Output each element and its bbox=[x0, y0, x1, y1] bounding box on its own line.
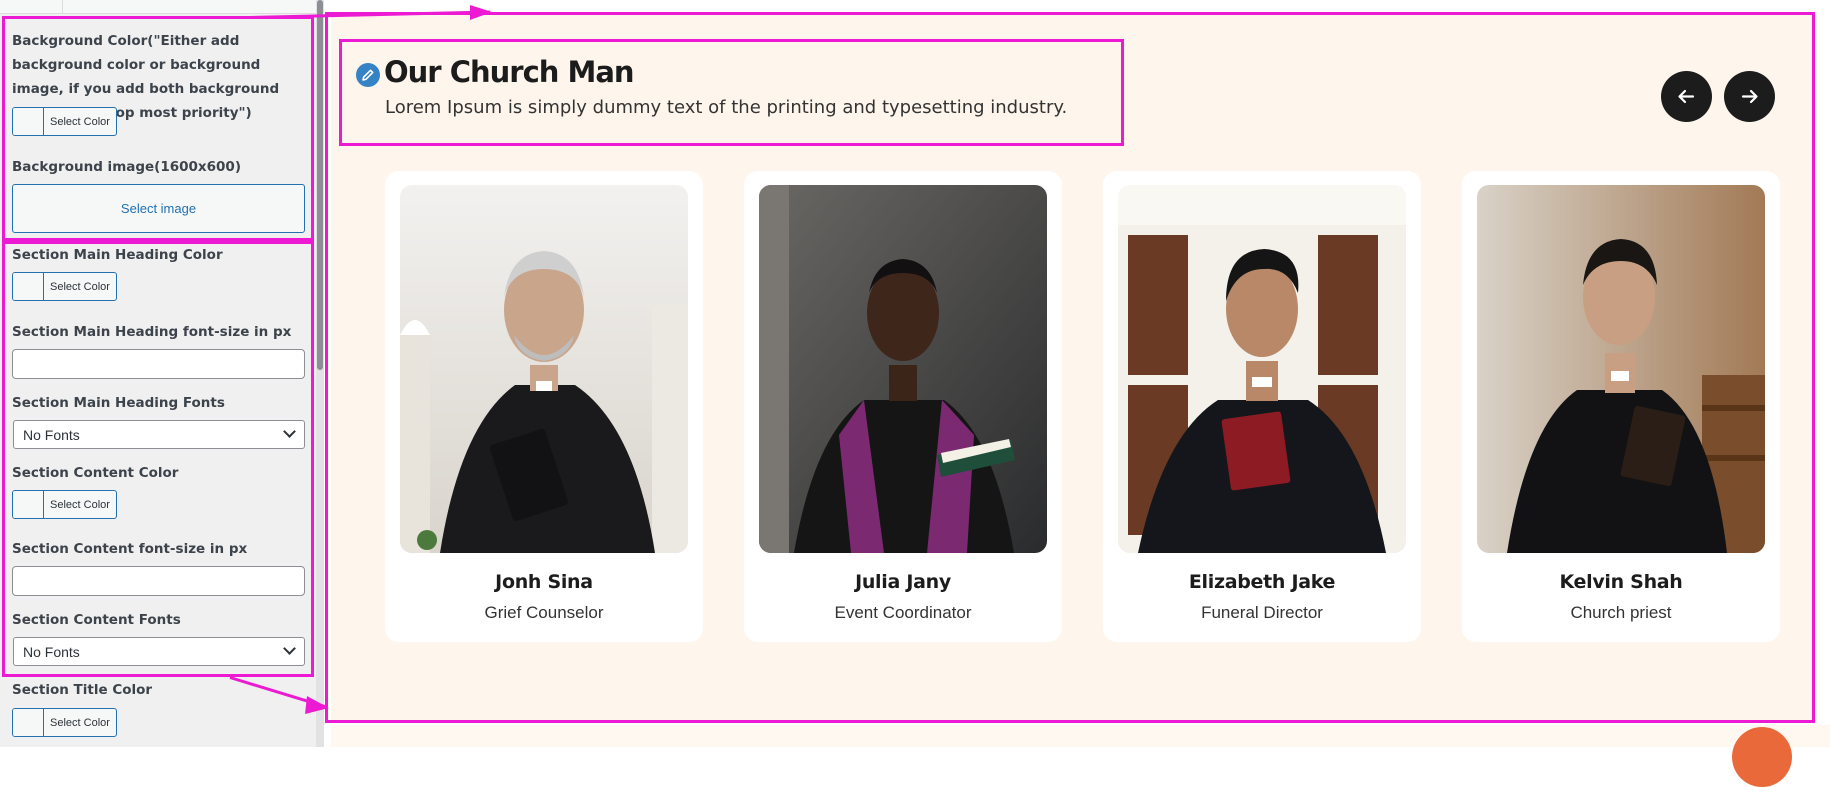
select-color-label: Select Color bbox=[50, 280, 110, 293]
prev-button[interactable] bbox=[1661, 71, 1712, 122]
person-photo bbox=[1118, 185, 1406, 553]
chevron-down-icon bbox=[283, 642, 296, 655]
floating-action-button[interactable] bbox=[1732, 727, 1792, 787]
person-photo bbox=[759, 185, 1047, 553]
scrollbar-thumb[interactable] bbox=[317, 0, 323, 370]
content-fonts-value: No Fonts bbox=[23, 643, 80, 660]
team-card[interactable]: Julia Jany Event Coordinator bbox=[744, 171, 1062, 642]
select-color-label: Select Color bbox=[50, 716, 110, 729]
team-card[interactable]: Kelvin Shah Church priest bbox=[1462, 171, 1780, 642]
settings-panel: Background Color("Either add background … bbox=[0, 0, 324, 747]
heading-fontsize-label: Section Main Heading font-size in px bbox=[12, 324, 292, 340]
team-card[interactable]: Elizabeth Jake Funeral Director bbox=[1103, 171, 1421, 642]
annotation-arrowhead bbox=[305, 696, 329, 714]
pencil-icon[interactable] bbox=[356, 63, 380, 87]
select-color-label: Select Color bbox=[50, 498, 110, 511]
color-swatch bbox=[13, 491, 44, 518]
bg-color-button[interactable]: Select Color bbox=[12, 107, 117, 136]
heading-color-label: Section Main Heading Color bbox=[12, 247, 223, 263]
card-name: Kelvin Shah bbox=[1559, 571, 1683, 593]
heading-fontsize-input[interactable] bbox=[12, 349, 305, 379]
content-fontsize-input[interactable] bbox=[12, 566, 305, 596]
heading-fonts-value: No Fonts bbox=[23, 426, 80, 443]
arrow-right-icon bbox=[1741, 89, 1758, 104]
content-fontsize-label: Section Content font-size in px bbox=[12, 541, 248, 557]
person-photo bbox=[400, 185, 688, 553]
team-card[interactable]: Jonh Sina Grief Counselor bbox=[385, 171, 703, 642]
card-name: Jonh Sina bbox=[495, 571, 593, 593]
content-fonts-select[interactable]: No Fonts bbox=[13, 637, 305, 666]
card-role: Funeral Director bbox=[1201, 603, 1323, 622]
select-image-button[interactable]: Select image bbox=[12, 184, 305, 233]
card-name: Elizabeth Jake bbox=[1188, 571, 1336, 593]
color-swatch bbox=[13, 273, 44, 300]
section-subtitle: Lorem Ipsum is simply dummy text of the … bbox=[385, 97, 1068, 118]
title-color-label: Section Title Color bbox=[12, 682, 153, 698]
title-color-button[interactable]: Select Color bbox=[12, 708, 117, 737]
next-button[interactable] bbox=[1724, 71, 1775, 122]
heading-color-button[interactable]: Select Color bbox=[12, 272, 117, 301]
content-color-label: Section Content Color bbox=[12, 465, 179, 481]
preview-bottom-strip bbox=[331, 725, 1830, 747]
panel-scrollbar[interactable] bbox=[316, 0, 324, 747]
color-swatch bbox=[13, 709, 44, 736]
heading-fonts-select[interactable]: No Fonts bbox=[13, 420, 305, 449]
content-fonts-label: Section Content Fonts bbox=[12, 612, 181, 628]
select-color-label: Select Color bbox=[50, 115, 110, 128]
arrow-left-icon bbox=[1678, 89, 1695, 104]
card-role: Church priest bbox=[1570, 603, 1672, 622]
chevron-down-icon bbox=[283, 425, 296, 438]
card-name: Julia Jany bbox=[855, 571, 951, 593]
bg-image-label: Background image(1600x600) bbox=[12, 159, 241, 175]
color-swatch bbox=[13, 108, 44, 135]
person-photo bbox=[1477, 185, 1765, 553]
card-role: Grief Counselor bbox=[484, 603, 604, 622]
annotation-arrowhead bbox=[470, 5, 492, 20]
card-role: Event Coordinator bbox=[834, 603, 972, 622]
section-heading: Our Church Man bbox=[384, 55, 635, 89]
panel-top-strip bbox=[0, 0, 323, 14]
content-color-button[interactable]: Select Color bbox=[12, 490, 117, 519]
heading-fonts-label: Section Main Heading Fonts bbox=[12, 395, 225, 411]
